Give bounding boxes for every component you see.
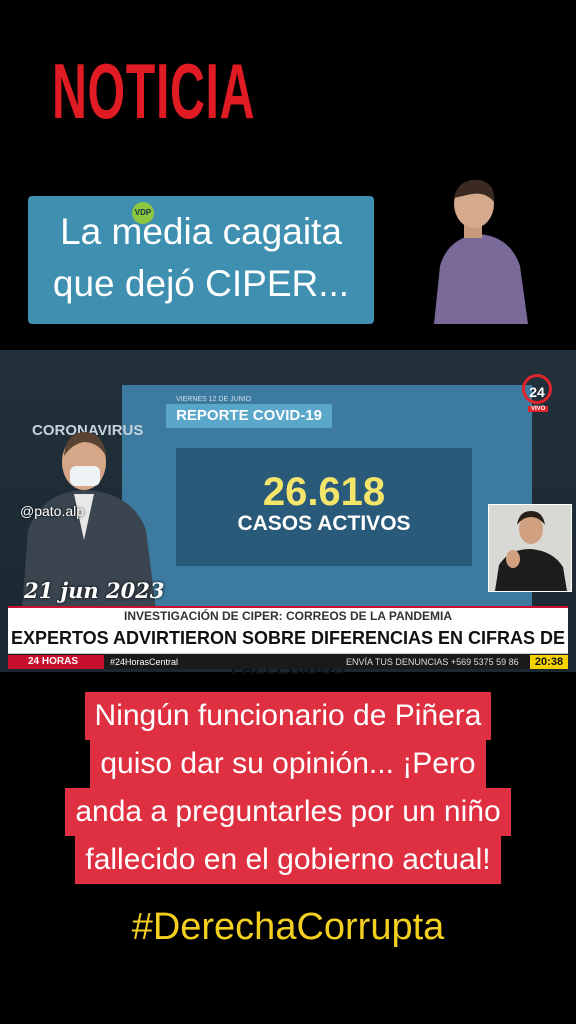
vdp-badge: VDP (132, 202, 154, 224)
report-date: VIERNES 12 DE JUNIO (176, 396, 252, 403)
active-cases-number: 26.618 (262, 470, 386, 514)
bottom-caption-line-2: quiso dar su opinión... ¡Pero (90, 740, 486, 788)
live-badge: VIVO (528, 406, 549, 412)
ticker-main: EXPERTOS ADVIRTIERON SOBRE DIFERENCIAS E… (8, 623, 568, 678)
hashtag[interactable]: #DerechaCorrupta (0, 906, 576, 949)
top-caption-line-2: que dejó CIPER... (52, 263, 350, 304)
bottom-caption: Ningún funcionario de Piñera quiso dar s… (36, 692, 540, 884)
person-avatar (424, 176, 532, 324)
channel-logo: 24 (522, 374, 552, 404)
top-caption: La media cagaita que dejó CIPER... (28, 196, 374, 324)
sign-language-interpreter (488, 504, 572, 592)
user-handle: @pato.alp (20, 503, 85, 519)
active-cases-label: CASOS ACTIVOS (237, 512, 411, 535)
bottom-caption-line-1: Ningún funcionario de Piñera (84, 692, 492, 740)
ticker-denuncias: ENVÍA TUS DENUNCIAS +569 5375 59 86 (346, 657, 519, 667)
ticker-brand: 24 HORAS (8, 655, 104, 669)
bottom-caption-line-4: fallecido en el gobierno actual! (75, 836, 501, 884)
report-label: REPORTE COVID-19 (166, 404, 332, 428)
top-caption-line-1: La media cagaita (60, 211, 342, 252)
ticker-hashtag: #24HorasCentral (110, 657, 179, 667)
noticia-title: NOTICIA (52, 47, 256, 135)
bottom-caption-line-3: anda a preguntarles por un niño (65, 788, 511, 836)
date-overlay: 21 jun 2023 (24, 578, 165, 603)
ticker-clock: 20:38 (530, 655, 568, 669)
